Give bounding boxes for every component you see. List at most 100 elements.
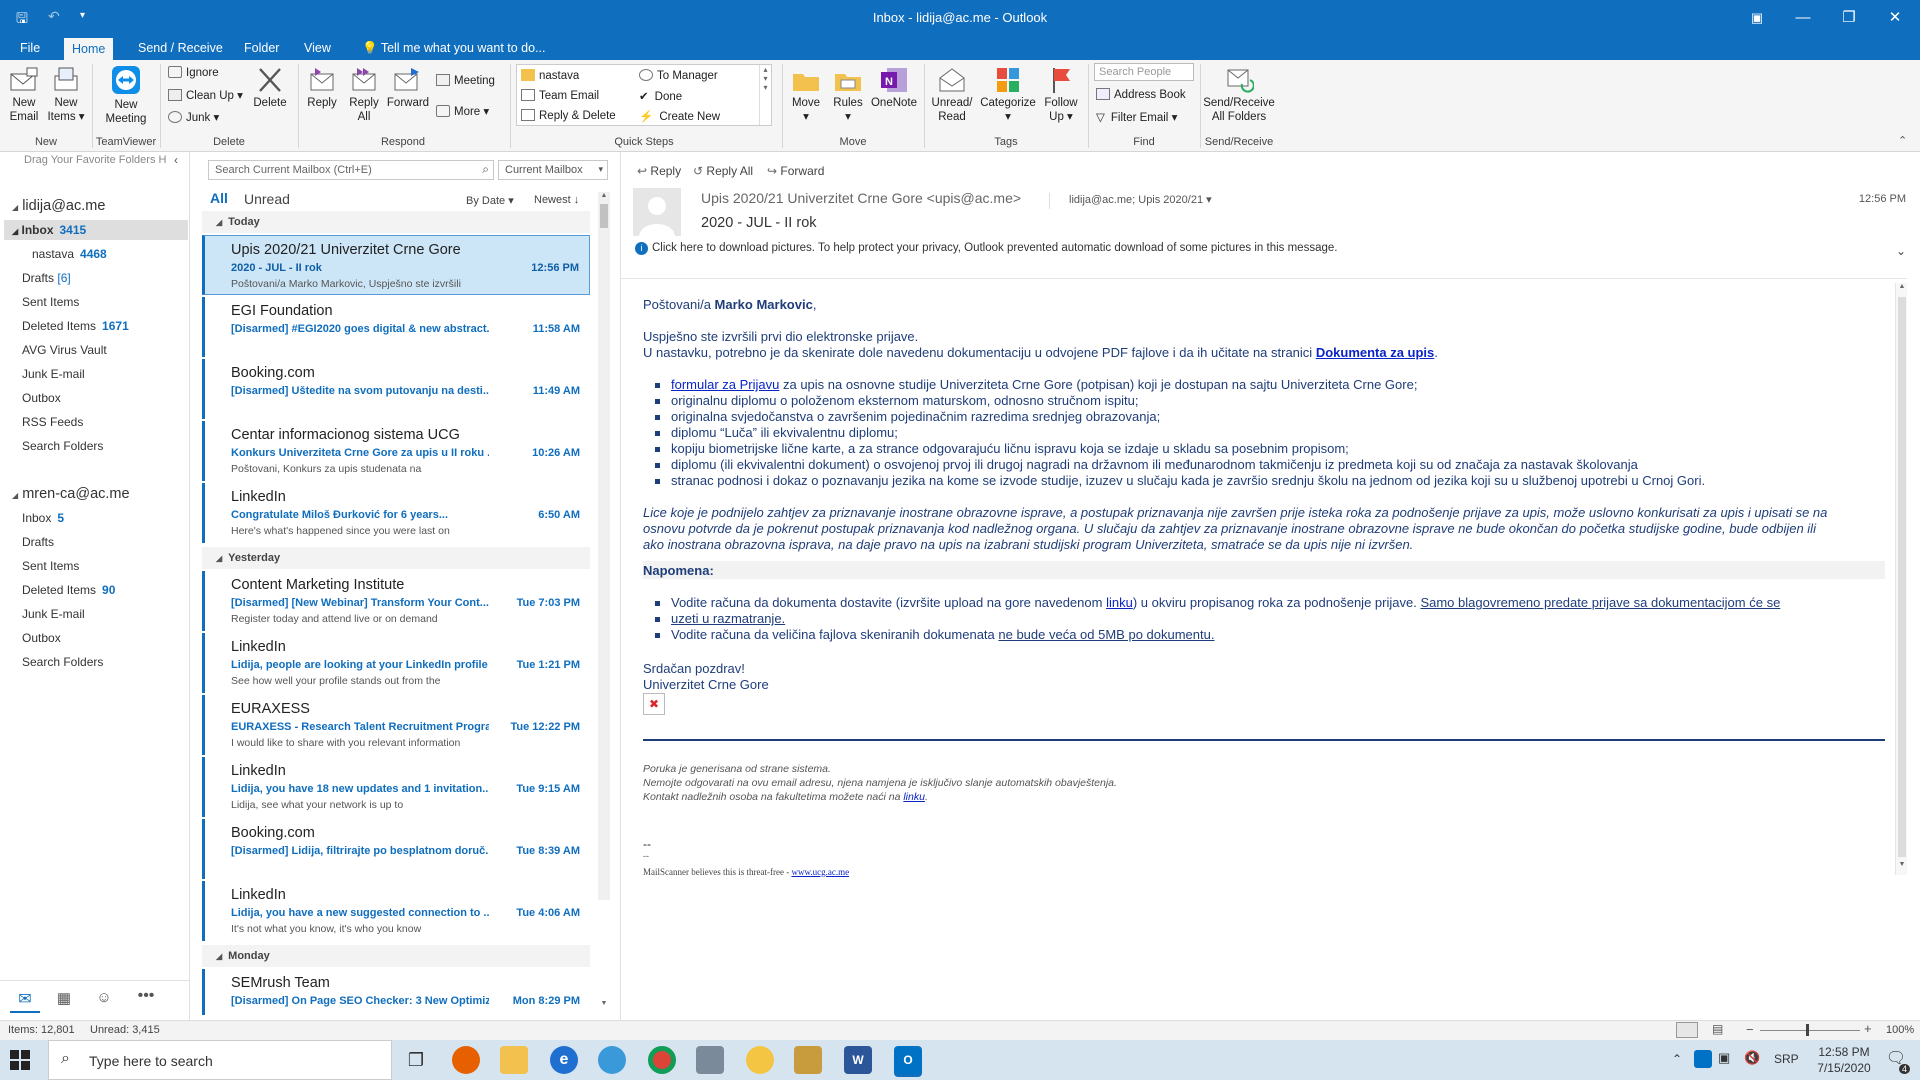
tab-view[interactable]: View xyxy=(296,36,339,60)
message-item[interactable]: SEMrush Team [Disarmed] On Page SEO Chec… xyxy=(202,969,590,1015)
language-indicator[interactable]: SRP xyxy=(1774,1052,1799,1066)
folder-inbox[interactable]: ◢ Inbox 3415 xyxy=(12,223,86,237)
folder-avg-virus-vault[interactable]: AVG Virus Vault xyxy=(22,343,107,357)
message-item[interactable]: Upis 2020/21 Univerzitet Crne Gore 2020 … xyxy=(202,235,590,295)
folder2-drafts[interactable]: Drafts xyxy=(22,535,54,549)
filter-unread[interactable]: Unread xyxy=(244,191,290,207)
quick-step-create-new[interactable]: ⚡ Create New xyxy=(639,109,720,123)
zoom-slider-thumb[interactable] xyxy=(1806,1024,1809,1036)
sort-by-dropdown[interactable]: By Date ▾ xyxy=(466,194,514,207)
mail-icon[interactable]: ✉ xyxy=(10,989,40,1013)
tab-file[interactable]: File xyxy=(12,36,48,60)
taskbar-search-box[interactable]: ⌕ Type here to search xyxy=(48,1040,392,1080)
network-icon[interactable]: ▣ xyxy=(1718,1050,1730,1066)
search-people-input[interactable]: Search People xyxy=(1094,63,1194,81)
quick-steps-scroll[interactable]: ▴ ▾ ▾ xyxy=(759,65,771,125)
edge-icon[interactable]: e xyxy=(550,1046,578,1074)
scroll-down-icon[interactable]: ▼ xyxy=(598,1000,610,1012)
group-header-monday[interactable]: Monday xyxy=(202,945,590,967)
app-icon-yellow[interactable] xyxy=(746,1046,774,1074)
ribbon-display-options-icon[interactable]: ▣ xyxy=(1734,0,1780,36)
clean-up-button[interactable]: Clean Up ▾ xyxy=(168,88,243,102)
delete-button[interactable]: Delete xyxy=(250,66,290,110)
meeting-button[interactable]: Meeting xyxy=(436,74,495,87)
tab-send-receive[interactable]: Send / Receive xyxy=(130,36,231,60)
folder2-inbox[interactable]: Inbox 5 xyxy=(22,511,64,525)
folder2-deleted-items[interactable]: Deleted Items 90 xyxy=(22,583,115,597)
footer-contact-link[interactable]: linku xyxy=(903,791,925,803)
folder-search-folders[interactable]: Search Folders xyxy=(22,439,103,453)
more-button[interactable]: More ▾ xyxy=(436,104,489,118)
task-view-icon[interactable]: ❐ xyxy=(402,1046,430,1074)
reply-all-button[interactable]: Reply All xyxy=(344,66,384,124)
app-icon[interactable] xyxy=(696,1046,724,1074)
account-lidija[interactable]: ◢ lidija@ac.me xyxy=(12,198,105,214)
reading-scrollbar[interactable]: ▲ ▼ xyxy=(1895,283,1907,875)
folder-outbox[interactable]: Outbox xyxy=(22,391,61,405)
expand-header-icon[interactable]: ⌄ xyxy=(1896,244,1906,258)
normal-view-icon[interactable] xyxy=(1676,1022,1698,1038)
recipients[interactable]: lidija@ac.me; Upis 2020/21 ▾ xyxy=(1069,193,1212,206)
search-mailbox-input[interactable]: Search Current Mailbox (Ctrl+E) ⌕ xyxy=(208,160,494,180)
reading-reply-all-button[interactable]: ↺ Reply All xyxy=(693,164,753,178)
message-item[interactable]: LinkedIn Lidija, you have 18 new updates… xyxy=(202,757,590,817)
rules-button[interactable]: Rules ▾ xyxy=(828,66,868,124)
broken-image-icon[interactable]: ✖ xyxy=(643,693,665,715)
calendar-icon[interactable]: ▦ xyxy=(52,989,76,1013)
scroll-up-icon[interactable]: ▲ xyxy=(599,192,609,202)
formular-link[interactable]: formular za Prijavu xyxy=(671,377,779,392)
message-item[interactable]: LinkedIn Congratulate Miloš Đurković for… xyxy=(202,483,590,543)
volume-muted-icon[interactable]: 🔇 xyxy=(1744,1050,1760,1066)
folder2-junk[interactable]: Junk E-mail xyxy=(22,607,85,621)
windows-start-icon[interactable] xyxy=(10,1050,30,1070)
account-mren[interactable]: ◢ mren-ca@ac.me xyxy=(12,486,130,502)
minimize-button[interactable]: — xyxy=(1780,0,1826,36)
reading-scroll-thumb[interactable] xyxy=(1898,297,1906,857)
folder-nastava[interactable]: nastava 4468 xyxy=(32,247,107,261)
scroll-down-icon[interactable]: ▼ xyxy=(1896,861,1908,873)
message-item[interactable]: Booking.com [Disarmed] Lidija, filtriraj… xyxy=(202,819,590,879)
zoom-out-icon[interactable]: − xyxy=(1746,1022,1754,1037)
people-icon[interactable]: ☺ xyxy=(92,989,116,1013)
new-email-button[interactable]: New Email xyxy=(4,66,44,124)
tell-me-box[interactable]: 💡 Tell me what you want to do... xyxy=(354,36,554,60)
scroll-up-icon[interactable]: ▲ xyxy=(1896,283,1908,295)
file-explorer-icon[interactable] xyxy=(500,1046,528,1074)
download-pictures-infobar[interactable]: i Click here to download pictures. To hel… xyxy=(635,242,1337,255)
categorize-button[interactable]: Categorize ▾ xyxy=(980,66,1036,124)
quick-step-nastava[interactable]: nastava xyxy=(521,69,579,82)
folder2-search-folders[interactable]: Search Folders xyxy=(22,655,103,669)
message-item[interactable]: Centar informacionog sistema UCG Konkurs… xyxy=(202,421,590,481)
reading-view-icon[interactable]: ▤ xyxy=(1712,1022,1723,1036)
quick-step-done[interactable]: ✔ Done xyxy=(639,89,682,103)
restore-button[interactable]: ❐ xyxy=(1826,0,1872,36)
collapse-ribbon-icon[interactable]: ⌃ xyxy=(1898,134,1907,147)
search-scope-dropdown[interactable]: Current Mailbox ▾ xyxy=(498,160,608,180)
tab-folder[interactable]: Folder xyxy=(236,36,287,60)
folder-deleted-items[interactable]: Deleted Items 1671 xyxy=(22,319,129,333)
filter-all[interactable]: All xyxy=(210,190,228,206)
outlook-tray-icon[interactable] xyxy=(1694,1050,1712,1068)
zoom-in-icon[interactable]: + xyxy=(1864,1021,1872,1036)
group-header-today[interactable]: Today xyxy=(202,211,590,233)
firefox-icon[interactable] xyxy=(452,1046,480,1074)
folder-sent-items[interactable]: Sent Items xyxy=(22,295,79,309)
sort-order-toggle[interactable]: Newest ↓ xyxy=(534,194,579,206)
quick-step-to-manager[interactable]: To Manager xyxy=(639,69,718,82)
message-item[interactable]: Booking.com [Disarmed] Uštedite na svom … xyxy=(202,359,590,419)
close-button[interactable]: ✕ xyxy=(1872,0,1918,36)
folder2-outbox[interactable]: Outbox xyxy=(22,631,61,645)
zoom-slider[interactable] xyxy=(1760,1030,1860,1031)
folder-rss-feeds[interactable]: RSS Feeds xyxy=(22,415,83,429)
filter-email-button[interactable]: ▽ Filter Email ▾ xyxy=(1096,110,1177,124)
message-item[interactable]: EGI Foundation [Disarmed] #EGI2020 goes … xyxy=(202,297,590,357)
taskbar-clock[interactable]: 12:58 PM 7/15/2020 xyxy=(1812,1044,1876,1076)
quick-step-reply-delete[interactable]: Reply & Delete xyxy=(521,109,616,122)
unread-read-button[interactable]: Unread/ Read xyxy=(928,66,976,124)
ignore-button[interactable]: Ignore xyxy=(168,66,219,79)
onenote-button[interactable]: N OneNote xyxy=(870,66,918,110)
message-list-scrollbar[interactable]: ▲ xyxy=(598,192,610,900)
folder-junk[interactable]: Junk E-mail xyxy=(22,367,85,381)
folder-drafts[interactable]: Drafts [6] xyxy=(22,271,71,285)
more-modules-icon[interactable]: ••• xyxy=(134,987,158,1011)
